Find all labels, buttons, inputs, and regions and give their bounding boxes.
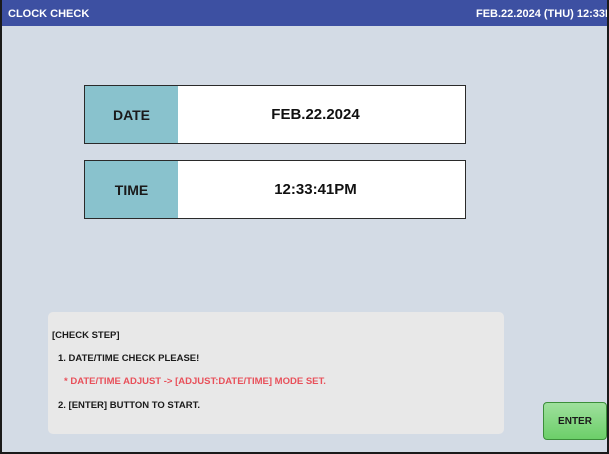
check-step-panel: [CHECK STEP] 1. DATE/TIME CHECK PLEASE! … [48, 312, 504, 434]
enter-button[interactable]: ENTER [543, 402, 607, 440]
header-datetime: FEB.22.2024 (THU) 12:33PM [476, 8, 607, 20]
title-bar: CLOCK CHECK FEB.22.2024 (THU) 12:33PM [2, 0, 607, 26]
time-label: TIME [85, 161, 178, 218]
check-step-1-note: * DATE/TIME ADJUST -> [ADJUST:DATE/TIME]… [64, 376, 326, 387]
check-step-1: 1. DATE/TIME CHECK PLEASE! [58, 353, 200, 364]
date-field: DATE FEB.22.2024 [84, 85, 466, 144]
screen-title: CLOCK CHECK [8, 8, 90, 20]
check-step-2: 2. [ENTER] BUTTON TO START. [58, 400, 200, 411]
time-field: TIME 12:33:41PM [84, 160, 466, 219]
date-value: FEB.22.2024 [271, 106, 360, 123]
time-value: 12:33:41PM [274, 181, 357, 198]
check-step-heading: [CHECK STEP] [52, 330, 120, 341]
clock-check-screen: CLOCK CHECK FEB.22.2024 (THU) 12:33PM DA… [0, 0, 609, 454]
date-label: DATE [85, 86, 178, 143]
